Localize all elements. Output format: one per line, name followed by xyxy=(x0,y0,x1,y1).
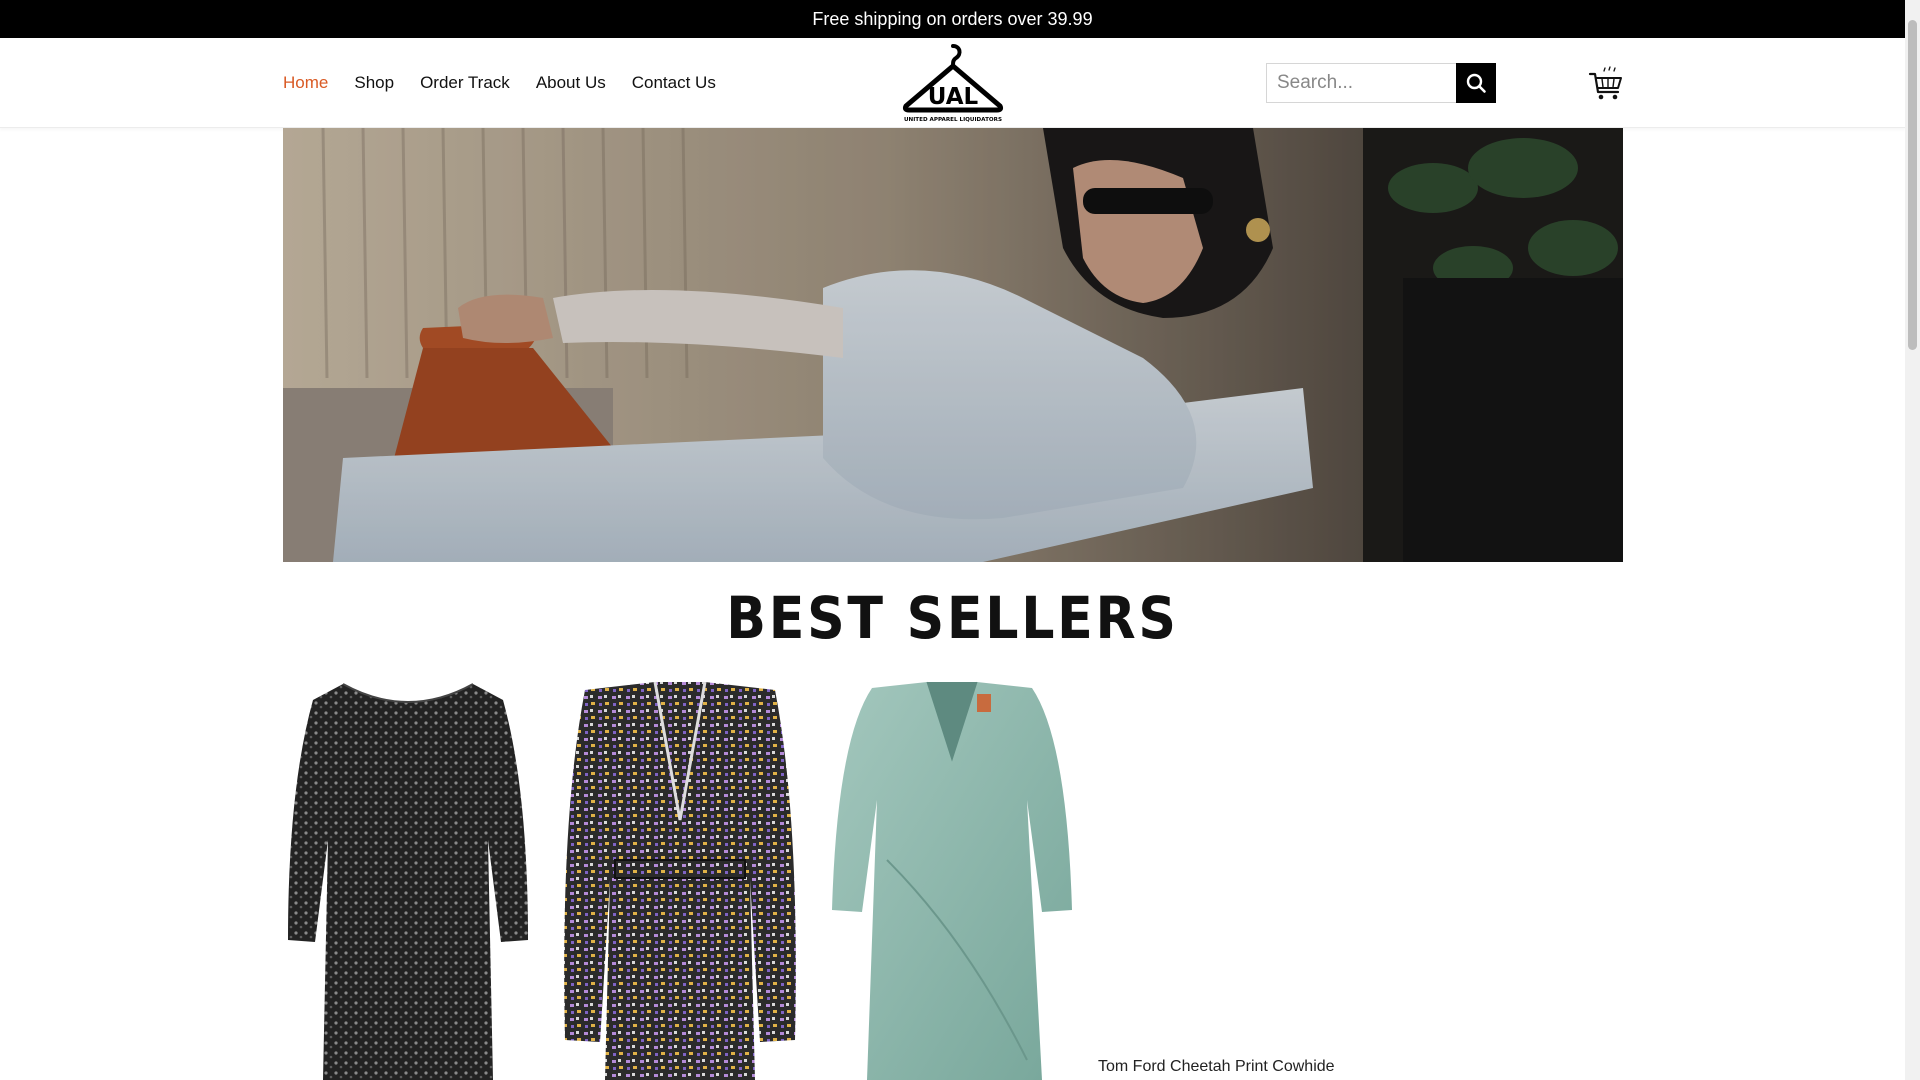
logo-letters: UAL xyxy=(928,84,979,110)
product-image xyxy=(564,681,796,1080)
search-button[interactable] xyxy=(1456,63,1496,103)
announcement-text: Free shipping on orders over 39.99 xyxy=(812,8,1093,29)
product-card[interactable] xyxy=(827,680,1077,1080)
product-image xyxy=(288,683,528,1080)
nav-shop[interactable]: Shop xyxy=(354,73,394,93)
search-form xyxy=(1266,63,1496,103)
hero-image xyxy=(283,128,1623,562)
product-card[interactable] xyxy=(283,680,533,1080)
logo-tagline: UNITED APPAREL LIQUIDATORS xyxy=(904,117,1002,123)
main-nav: Home Shop Order Track About Us Contact U… xyxy=(283,38,716,128)
nav-about-us[interactable]: About Us xyxy=(536,73,606,93)
nav-contact-us[interactable]: Contact Us xyxy=(632,73,716,93)
page-scrollbar[interactable] xyxy=(1905,0,1920,1080)
announcement-bar: Free shipping on orders over 39.99 xyxy=(0,0,1905,38)
product-title[interactable]: Tom Ford Cheetah Print Cowhide xyxy=(1098,1058,1335,1076)
cart-icon[interactable] xyxy=(1588,66,1624,102)
nav-order-track[interactable]: Order Track xyxy=(420,73,510,93)
product-image xyxy=(832,681,1072,1080)
search-input[interactable] xyxy=(1266,63,1456,103)
scrollbar-thumb[interactable] xyxy=(1908,20,1917,350)
site-logo[interactable]: UAL UNITED APPAREL LIQUIDATORS xyxy=(898,40,1008,126)
best-sellers-heading: BEST SELLERS xyxy=(726,584,1179,652)
hero-banner[interactable] xyxy=(283,128,1623,562)
site-header: Home Shop Order Track About Us Contact U… xyxy=(0,38,1905,128)
search-icon xyxy=(1466,73,1486,93)
product-card[interactable] xyxy=(555,680,805,1080)
nav-home[interactable]: Home xyxy=(283,73,328,93)
